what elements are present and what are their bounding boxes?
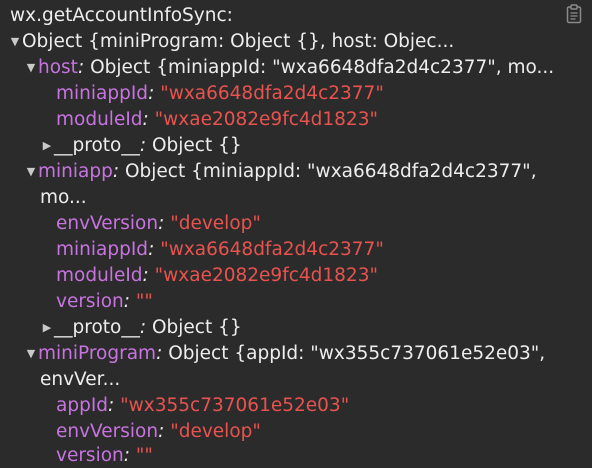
collapsed-arrow-icon[interactable]: ▶: [40, 133, 54, 159]
miniprogram-summary-line1: Object {appId: "wx355c737061e52e03",: [168, 343, 546, 364]
tree-row-miniprogram-envversion: envVersion: "develop": [56, 419, 261, 445]
tree-row-miniprogram-version: version: "": [56, 443, 153, 468]
colon-separator: :: [156, 343, 169, 364]
tree-row-host-moduleid: moduleId: "wxae2082e9fc4d1823": [56, 107, 378, 133]
property-value-moduleid: "wxae2082e9fc4d1823": [154, 265, 378, 286]
property-key-version: version: [56, 445, 124, 466]
tree-row-miniapp-envversion: envVersion: "develop": [56, 211, 261, 237]
property-value-envversion: "develop": [170, 213, 261, 234]
tree-row-host-miniappid: miniappId: "wxa6648dfa2d4c2377": [56, 81, 384, 107]
property-key-envversion: envVersion: [56, 421, 159, 442]
tree-row-host-proto[interactable]: ▶ __proto__: Object {}: [40, 133, 242, 159]
tree-row-miniapp-miniappid: miniappId: "wxa6648dfa2d4c2377": [56, 237, 384, 263]
property-value-proto: Object {}: [151, 135, 242, 156]
property-key-miniappid: miniappId: [56, 239, 149, 260]
property-key-miniappid: miniappId: [56, 83, 149, 104]
colon-separator: :: [158, 213, 171, 234]
tree-row-miniapp-moduleid: moduleId: "wxae2082e9fc4d1823": [56, 263, 378, 289]
log-title-text: wx.getAccountInfoSync:: [10, 5, 233, 26]
colon-separator: :: [108, 395, 121, 416]
colon-separator: :: [123, 291, 136, 312]
property-value-appid: "wx355c737061e52e03": [120, 395, 350, 416]
property-value-miniappid: "wxa6648dfa2d4c2377": [160, 83, 384, 104]
miniprogram-summary-line2: envVer...: [40, 369, 121, 390]
property-key-version: version: [56, 291, 124, 312]
property-key-host: host: [38, 57, 78, 78]
miniapp-summary-line2: mo...: [40, 187, 87, 208]
collapsed-arrow-icon[interactable]: ▶: [40, 315, 54, 341]
colon-separator: :: [139, 135, 152, 156]
property-value-proto: Object {}: [151, 317, 242, 338]
colon-separator: :: [148, 83, 161, 104]
colon-separator: :: [148, 239, 161, 260]
property-value-envversion: "develop": [170, 421, 261, 442]
colon-separator: :: [77, 57, 91, 78]
colon-separator: :: [123, 445, 136, 466]
colon-separator: :: [142, 265, 155, 286]
colon-separator: :: [158, 421, 171, 442]
miniapp-summary-line1: Object {miniappId: "wxa6648dfa2d4c2377",: [124, 161, 537, 182]
tree-row-miniapp[interactable]: ▼ miniapp: Object {miniappId: "wxa6648dfa…: [24, 159, 537, 185]
tree-row-miniapp-wrap: mo...: [40, 185, 87, 211]
colon-separator: :: [142, 109, 155, 130]
colon-separator: :: [139, 317, 152, 338]
colon-separator: :: [112, 161, 125, 182]
property-key-moduleid: moduleId: [56, 265, 143, 286]
property-value-version: "": [135, 445, 153, 466]
console-output: wx.getAccountInfoSync: ▼ Object {miniProg…: [0, 0, 592, 468]
property-key-miniapp: miniapp: [38, 161, 113, 182]
property-key-proto: __proto__: [54, 317, 140, 338]
tree-row-miniprogram-wrap: envVer...: [40, 367, 120, 393]
root-object-summary: Object {miniProgram: Object {}, host: Ob…: [22, 31, 455, 52]
tree-row-miniapp-version: version: "": [56, 289, 153, 315]
tree-row-miniprogram[interactable]: ▼ miniProgram: Object {appId: "wx355c7370…: [24, 341, 545, 367]
expanded-arrow-icon[interactable]: ▼: [24, 159, 38, 185]
tree-row-miniprogram-appid: appId: "wx355c737061e52e03": [56, 393, 349, 419]
property-value-moduleid: "wxae2082e9fc4d1823": [154, 109, 378, 130]
property-value-version: "": [135, 291, 153, 312]
property-key-miniprogram: miniProgram: [38, 343, 157, 364]
property-value-miniappid: "wxa6648dfa2d4c2377": [160, 239, 384, 260]
tree-row-host[interactable]: ▼ host: Object {miniappId: "wxa6648dfa2d4…: [24, 55, 554, 81]
clipboard-icon[interactable]: [566, 4, 582, 24]
property-key-moduleid: moduleId: [56, 109, 143, 130]
expanded-arrow-icon[interactable]: ▼: [8, 29, 22, 55]
log-title: wx.getAccountInfoSync:: [10, 3, 233, 29]
expanded-arrow-icon[interactable]: ▼: [24, 341, 38, 367]
expanded-arrow-icon[interactable]: ▼: [24, 55, 38, 81]
property-key-appid: appId: [56, 395, 109, 416]
tree-root-row[interactable]: ▼ Object {miniProgram: Object {}, host: O…: [8, 29, 454, 55]
tree-row-miniapp-proto[interactable]: ▶ __proto__: Object {}: [40, 315, 242, 341]
host-summary: Object {miniappId: "wxa6648dfa2d4c2377",…: [90, 57, 555, 78]
property-key-proto: __proto__: [54, 135, 140, 156]
property-key-envversion: envVersion: [56, 213, 159, 234]
